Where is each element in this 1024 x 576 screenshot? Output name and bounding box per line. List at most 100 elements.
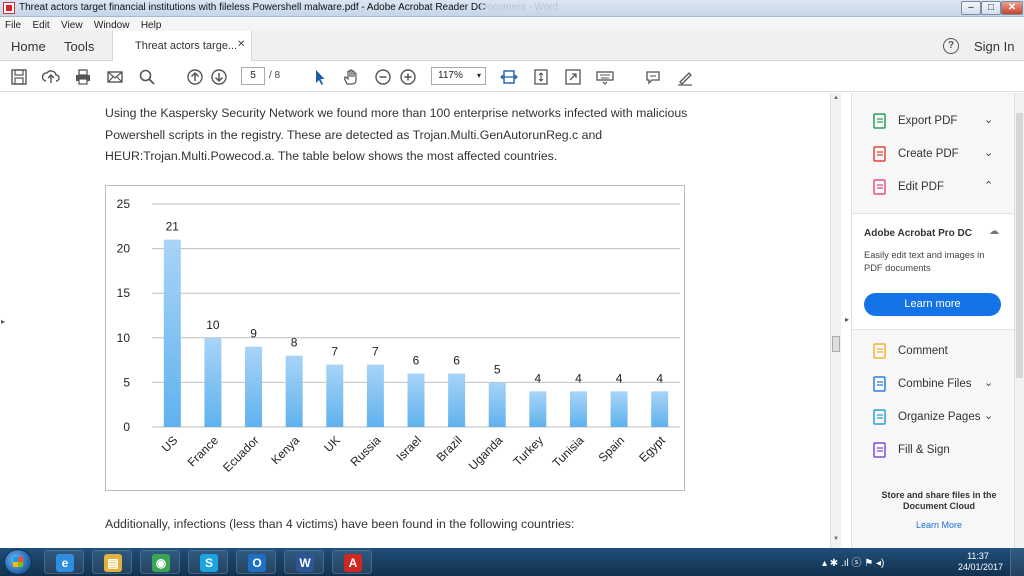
learn-more-link[interactable]: Learn More — [864, 520, 1014, 530]
y-tick-label: 5 — [123, 375, 130, 389]
data-label: 4 — [616, 371, 623, 385]
menu-view[interactable]: View — [58, 19, 86, 31]
combine-files-icon — [873, 376, 886, 392]
close-tab-icon[interactable]: ✕ — [237, 39, 245, 50]
x-category-label: US — [159, 433, 181, 455]
collapse-right-panel-icon[interactable]: ▸ — [845, 315, 849, 324]
taskbar-app-file-explorer[interactable]: ▤ — [92, 550, 132, 574]
fit-width-icon[interactable] — [500, 68, 518, 86]
chevron-down-icon[interactable]: ⌄ — [984, 146, 993, 159]
expand-left-panel-icon[interactable]: ▸ — [1, 317, 5, 326]
acrobat-window: Threat actors target financial instituti… — [0, 0, 1024, 576]
email-icon[interactable] — [106, 68, 124, 86]
upload-icon[interactable] — [42, 68, 60, 86]
taskbar-app-outlook[interactable]: O — [236, 550, 276, 574]
menu-edit[interactable]: Edit — [29, 19, 52, 31]
menu-help[interactable]: Help — [138, 19, 165, 31]
scrollbar-thumb[interactable] — [832, 336, 840, 352]
bar-turkey — [529, 391, 547, 427]
tab-document[interactable]: Threat actors targe... ✕ — [112, 31, 252, 61]
close-window-button[interactable]: ✕ — [1001, 1, 1023, 15]
highlight-icon[interactable] — [676, 68, 694, 86]
page-up-icon[interactable] — [186, 68, 204, 86]
save-icon[interactable] — [10, 68, 28, 86]
skype-icon: S — [200, 554, 218, 572]
y-tick-label: 10 — [117, 331, 131, 345]
y-tick-label: 25 — [117, 197, 131, 211]
chevron-down-icon[interactable]: ⌄ — [984, 376, 993, 389]
create-pdf-icon — [873, 146, 886, 162]
document-scrollbar[interactable]: ▲ ▼ — [830, 93, 841, 548]
zoom-in-icon[interactable] — [399, 68, 417, 86]
tool-fill-sign[interactable]: Fill & Sign — [852, 436, 1015, 464]
taskbar-app-skype[interactable]: S — [188, 550, 228, 574]
pro-promo: Adobe Acrobat Pro DC ☁ Easily edit text … — [852, 213, 1015, 330]
document-paragraph: Using the Kaspersky Security Network we … — [105, 106, 688, 163]
data-label: 5 — [494, 362, 501, 376]
tool-edit-pdf[interactable]: Edit PDF ⌃ — [852, 173, 1015, 201]
cloud-icon: ☁ — [989, 226, 999, 237]
fit-page-icon[interactable] — [532, 68, 550, 86]
page-down-icon[interactable] — [210, 68, 228, 86]
zoom-select[interactable]: 117% ▾ — [431, 67, 486, 85]
clock-time: 11:37 — [967, 551, 989, 561]
sign-in-link[interactable]: Sign In — [974, 39, 1014, 54]
clock[interactable]: 11:37 24/01/2017 — [958, 551, 1003, 573]
tool-export-pdf[interactable]: Export PDF ⌄ — [852, 107, 1015, 135]
tab-tools[interactable]: Tools — [64, 39, 94, 54]
tool-organize-pages[interactable]: Organize Pages ⌄ — [852, 403, 1015, 431]
menu-file[interactable]: File — [2, 19, 24, 31]
bar-chart: 0 5 10 15 20 25 21 US 10 France 9 Ecuador 8 Kenya 7 UK 7… — [105, 185, 685, 491]
menu-window[interactable]: Window — [91, 19, 133, 31]
export-pdf-icon — [873, 113, 886, 129]
background-window-title: Document - Word — [480, 2, 559, 13]
document-viewer[interactable]: ▸ Using the Kaspersky Security Network w… — [0, 93, 830, 548]
bar-russia — [366, 364, 384, 427]
bar-spain — [610, 391, 628, 427]
show-desktop-button[interactable] — [1010, 548, 1024, 576]
tool-label: Fill & Sign — [898, 444, 950, 456]
system-tray[interactable]: ▴ ✱ .ıl ⓢ ⚑ ◂) — [822, 554, 884, 569]
minimize-button[interactable]: – — [961, 1, 981, 15]
keyboard-icon[interactable] — [596, 68, 614, 86]
chevron-down-icon[interactable]: ⌄ — [984, 409, 993, 422]
tool-label: Comment — [898, 345, 948, 357]
learn-more-button[interactable]: Learn more — [864, 293, 1001, 316]
fill-sign-icon — [873, 442, 886, 458]
y-tick-label: 0 — [123, 420, 130, 434]
taskbar-app-internet-explorer[interactable]: e — [44, 550, 84, 574]
maximize-button[interactable]: □ — [981, 1, 1001, 15]
tools-pane-scrollbar[interactable] — [1014, 93, 1024, 548]
tool-create-pdf[interactable]: Create PDF ⌄ — [852, 140, 1015, 168]
edit-pdf-icon — [873, 179, 886, 195]
x-category-label: Uganda — [466, 433, 506, 473]
chevron-up-icon[interactable]: ⌃ — [984, 179, 993, 192]
data-label: 4 — [535, 371, 542, 385]
data-label: 4 — [656, 371, 663, 385]
organize-pages-icon — [873, 409, 886, 425]
select-pointer-icon[interactable] — [311, 68, 329, 86]
zoom-out-icon[interactable] — [374, 68, 392, 86]
help-icon[interactable]: ? — [943, 38, 959, 54]
tool-combine-files[interactable]: Combine Files ⌄ — [852, 370, 1015, 398]
x-category-label: Turkey — [510, 433, 546, 469]
data-label: 8 — [291, 336, 298, 350]
bar-uk — [326, 364, 344, 427]
start-button[interactable] — [4, 549, 32, 575]
tab-home[interactable]: Home — [11, 39, 46, 54]
taskbar-app-acrobat[interactable]: A — [332, 550, 372, 574]
print-icon[interactable] — [74, 68, 92, 86]
scroll-up-icon[interactable]: ▲ — [833, 95, 839, 101]
tools-pane-scrollbar-thumb[interactable] — [1016, 113, 1023, 378]
comment-icon[interactable] — [644, 68, 662, 86]
chevron-down-icon[interactable]: ⌄ — [984, 113, 993, 126]
search-icon[interactable] — [138, 68, 156, 86]
taskbar-app-chrome[interactable]: ◉ — [140, 550, 180, 574]
taskbar-app-word[interactable]: W — [284, 550, 324, 574]
page-number-input[interactable]: 5 — [241, 67, 265, 85]
bar-tunisia — [569, 391, 587, 427]
tool-comment[interactable]: Comment — [852, 337, 1015, 365]
hand-tool-icon[interactable] — [342, 68, 360, 86]
scroll-down-icon[interactable]: ▼ — [833, 536, 839, 542]
full-screen-icon[interactable] — [564, 68, 582, 86]
